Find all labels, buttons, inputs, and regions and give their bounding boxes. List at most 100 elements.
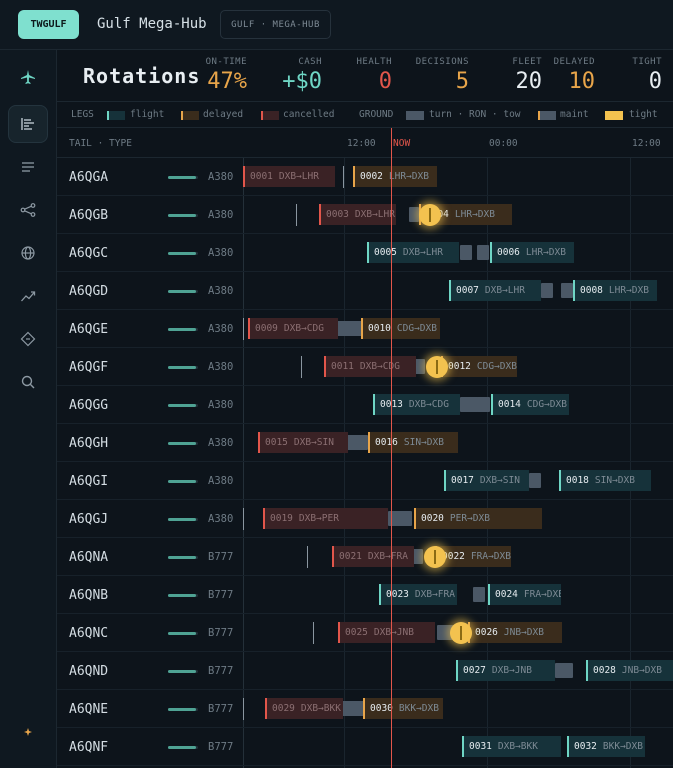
ground-block[interactable]: [337, 321, 362, 336]
ground-block[interactable]: [477, 245, 489, 260]
flight-leg[interactable]: 0016 SIN→DXB: [368, 432, 458, 453]
tail-number[interactable]: A6QNB: [69, 588, 108, 603]
flight-leg[interactable]: 0028 JNB→DXB: [586, 660, 673, 681]
flight-leg[interactable]: 0013DXB→CDG: [373, 394, 460, 415]
aircraft-row[interactable]: A6QND B777: [57, 652, 673, 690]
ticket-icon[interactable]: [8, 320, 48, 358]
aircraft-type: A380: [208, 285, 234, 297]
ground-block[interactable]: [541, 283, 553, 298]
sparkle-icon[interactable]: [8, 713, 48, 751]
aircraft-type: A380: [208, 171, 234, 183]
tail-number[interactable]: A6QGH: [69, 436, 108, 451]
flight-leg[interactable]: 0001 DXB→LHR: [243, 166, 335, 187]
tight-connection-marker[interactable]: [450, 622, 472, 644]
aircraft-type: B777: [208, 589, 234, 601]
flight-leg[interactable]: 0002 LHR→DXB: [353, 166, 437, 187]
ground-block[interactable]: [561, 663, 573, 678]
tail-number[interactable]: A6QGD: [69, 284, 108, 299]
flight-leg[interactable]: 0024 FRA→DXB: [488, 584, 561, 605]
aircraft-row[interactable]: A6QGG A380: [57, 386, 673, 424]
tail-number[interactable]: A6QGE: [69, 322, 108, 337]
aircraft-type: B777: [208, 627, 234, 639]
ground-block[interactable]: [473, 587, 485, 602]
flight-leg[interactable]: 0025 DXB→JNB: [338, 622, 435, 643]
flight-leg[interactable]: 0015 DXB→SIN: [258, 432, 348, 453]
flight-leg[interactable]: 0022 FRA→DXB: [435, 546, 511, 567]
tight-connection-marker[interactable]: [426, 356, 448, 378]
utilization-bar: [168, 556, 196, 559]
utilization-bar: [168, 670, 196, 673]
aircraft-type: B777: [208, 551, 234, 563]
utilization-bar: [168, 252, 196, 255]
aircraft-type: B777: [208, 741, 234, 753]
flight-leg[interactable]: 0014 CDG→DXB: [491, 394, 569, 415]
ground-block[interactable]: [529, 473, 541, 488]
stat-decisions: DECISIONS 5: [407, 57, 469, 94]
network-icon[interactable]: [8, 191, 48, 229]
leg-number: 0003: [326, 209, 349, 220]
flight-leg[interactable]: 0005 DXB→LHR: [367, 242, 459, 263]
flight-leg[interactable]: 0026 JNB→DXB: [468, 622, 562, 643]
flight-leg[interactable]: 0018 SIN→DXB: [559, 470, 651, 491]
tail-number[interactable]: A6QGB: [69, 208, 108, 223]
ground-block[interactable]: [477, 397, 487, 412]
aircraft-row[interactable]: A6QGC A380: [57, 234, 673, 272]
utilization-bar: [168, 708, 196, 711]
leg-route: SIN→DXB: [403, 437, 444, 448]
flight-leg[interactable]: 0007 DXB→LHR: [449, 280, 541, 301]
leg-number: 0010: [368, 323, 391, 334]
leg-route: DXB→LHR: [354, 209, 395, 220]
search-icon[interactable]: [8, 363, 48, 401]
flight-leg[interactable]: 0010 CDG→DXB: [361, 318, 440, 339]
ground-block[interactable]: [409, 207, 419, 222]
legend-maint: maint: [560, 109, 589, 120]
flight-leg[interactable]: 0006 LHR→DXB: [490, 242, 574, 263]
ground-block[interactable]: [342, 701, 364, 716]
flight-leg[interactable]: 0019 DXB→PER: [263, 508, 388, 529]
flight-leg[interactable]: 0008 LHR→DXB: [573, 280, 657, 301]
ground-block[interactable]: [561, 283, 573, 298]
tail-number[interactable]: A6QGA: [69, 170, 108, 185]
tail-number[interactable]: A6QNE: [69, 702, 108, 717]
flight-leg[interactable]: 0027 DXB→JNB: [456, 660, 555, 681]
aircraft-row[interactable]: A6QNB B777: [57, 576, 673, 614]
tail-number[interactable]: A6QGC: [69, 246, 108, 261]
leg-route: DXB→PER: [298, 513, 339, 524]
flight-leg[interactable]: 0009 DXB→CDG: [248, 318, 338, 339]
tail-number[interactable]: A6QGG: [69, 398, 108, 413]
flight-leg[interactable]: 0032 BKK→DXB: [567, 736, 645, 757]
tail-number[interactable]: A6QNF: [69, 740, 108, 755]
flight-leg[interactable]: 0003 DXB→LHR: [319, 204, 396, 225]
flight-leg[interactable]: 0030 BKK→DXB: [363, 698, 443, 719]
ground-block[interactable]: [413, 549, 423, 564]
tail-number[interactable]: A6QGI: [69, 474, 108, 489]
tail-number[interactable]: A6QNA: [69, 550, 108, 565]
flight-leg[interactable]: 0012 CDG→DXB: [441, 356, 517, 377]
legend-tight-swatch: [605, 111, 623, 120]
legend-ground-label: GROUND: [359, 109, 394, 120]
tail-number[interactable]: A6QND: [69, 664, 108, 679]
flight-leg[interactable]: 0029 DXB→BKK: [265, 698, 343, 719]
tight-connection-marker[interactable]: [419, 204, 441, 226]
utilization-bar: [168, 518, 196, 521]
hub-badge[interactable]: GULF · MEGA-HUB: [220, 10, 331, 39]
leg-route: DXB→CDG: [283, 323, 324, 334]
flight-leg[interactable]: 0017 DXB→SIN: [444, 470, 529, 491]
tail-number[interactable]: A6QNC: [69, 626, 108, 641]
flight-leg[interactable]: 0021 DXB→FRA: [332, 546, 414, 567]
globe-icon[interactable]: [8, 234, 48, 272]
gantt-icon[interactable]: [8, 105, 48, 143]
trend-icon[interactable]: [8, 277, 48, 315]
flight-leg[interactable]: 0031 DXB→BKK: [462, 736, 561, 757]
list-icon[interactable]: [8, 148, 48, 186]
schedule-tick: [296, 204, 297, 226]
plane-icon[interactable]: [8, 58, 48, 96]
app-logo-badge[interactable]: TWGULF: [18, 10, 79, 39]
ground-block[interactable]: [460, 245, 472, 260]
stat-label: FLEET: [512, 57, 542, 67]
tail-number[interactable]: A6QGJ: [69, 512, 108, 527]
flight-leg[interactable]: 0011 DXB→CDG: [324, 356, 416, 377]
tail-number[interactable]: A6QGF: [69, 360, 108, 375]
flight-leg[interactable]: 0020 PER→DXB: [414, 508, 542, 529]
tight-connection-marker[interactable]: [424, 546, 446, 568]
